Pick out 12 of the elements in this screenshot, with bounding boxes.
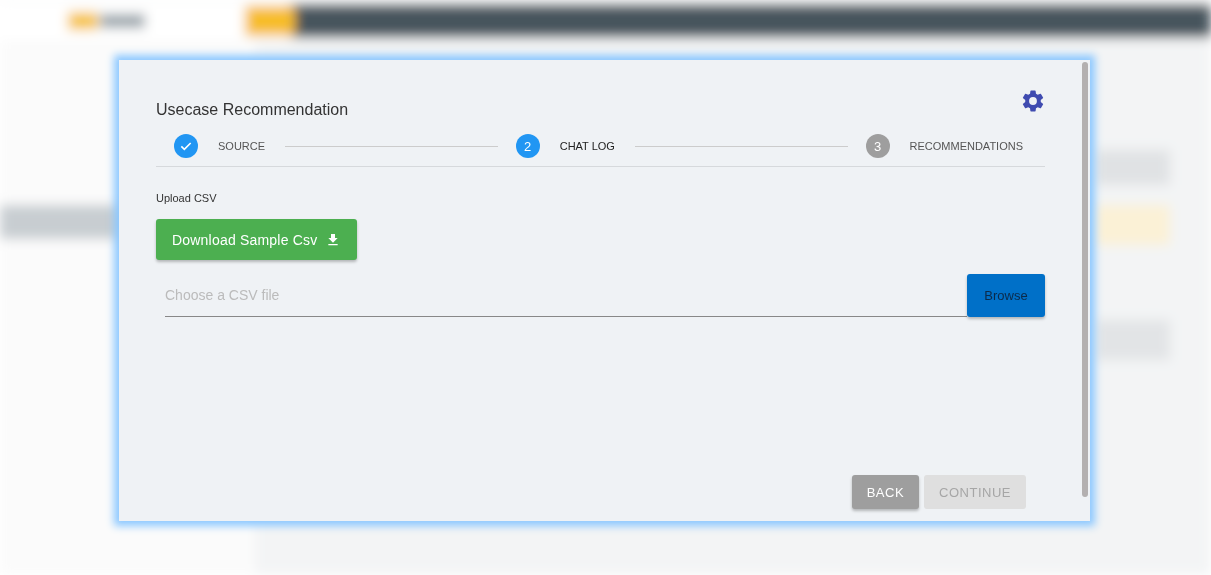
- step-label: RECOMMENDATIONS: [909, 140, 1023, 152]
- back-button[interactable]: BACK: [851, 475, 920, 509]
- step-label: SOURCE: [218, 140, 266, 152]
- download-sample-button[interactable]: Download Sample Csv: [156, 219, 358, 260]
- file-input-field[interactable]: Choose a CSV file: [165, 274, 967, 317]
- scrollbar[interactable]: [1082, 62, 1088, 497]
- step-indicator: 2: [515, 134, 540, 158]
- browse-button[interactable]: Browse: [967, 274, 1045, 317]
- step-label: CHAT LOG: [559, 140, 615, 152]
- upload-label: Upload CSV: [156, 192, 217, 204]
- step-indicator: 3: [865, 134, 890, 158]
- dialog-title: Usecase Recommendation: [156, 101, 349, 119]
